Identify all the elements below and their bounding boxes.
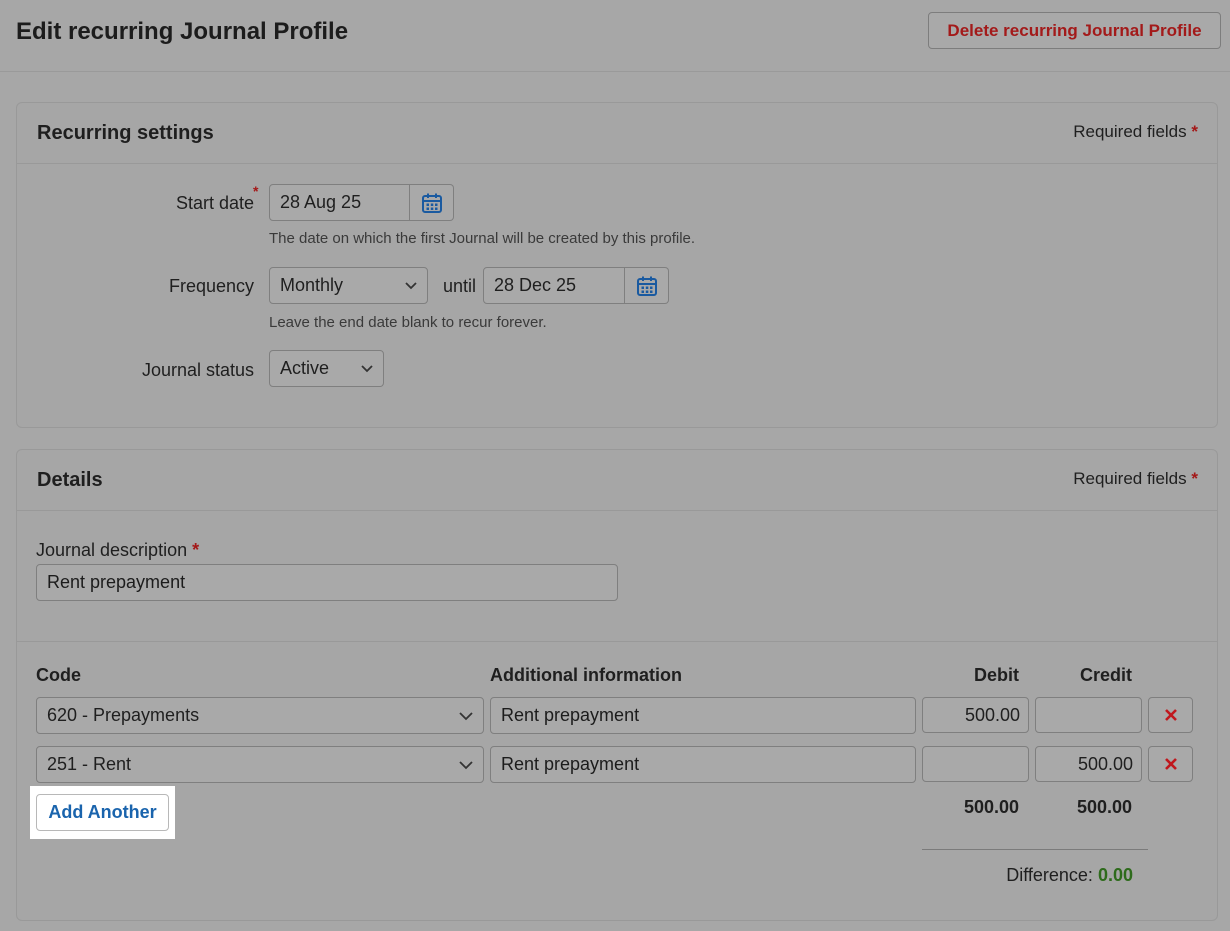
chevron-down-icon [361,364,373,372]
remove-icon [1164,709,1177,721]
start-date-required-star: * [253,183,259,199]
end-date-picker: 28 Dec 25 [483,267,669,304]
required-fields-label: Required fields [1073,469,1187,488]
line-info-input[interactable]: Rent prepayment [490,697,916,734]
frequency-label: Frequency [168,276,254,296]
totals-divider [922,849,1148,850]
journal-status-select[interactable]: Active [269,350,384,387]
chevron-down-icon [459,711,473,720]
details-title: Details [37,469,103,491]
end-date-input[interactable]: 28 Dec 25 [483,267,625,304]
start-date-input[interactable]: 28 Aug 25 [269,184,410,221]
start-date-hint: The date on which the first Journal will… [269,230,696,247]
line-credit-input[interactable]: 500.00 [1035,746,1142,782]
end-date-calendar-button[interactable] [625,267,669,304]
line-code-select[interactable]: 251 - Rent [36,746,484,783]
line-debit-input[interactable]: 500.00 [922,697,1029,733]
chevron-down-icon [459,760,473,769]
remove-icon [1164,758,1177,770]
line-code-value: 620 - Prepayments [47,705,200,725]
column-header-credit: Credit [1079,665,1132,685]
add-another-button[interactable]: Add Another [36,794,169,831]
details-header: Details Required fields * [17,450,1217,511]
column-header-debit: Debit [974,665,1019,685]
required-fields-label: Required fields [1073,122,1187,141]
journal-description-input[interactable]: Rent prepayment [36,564,618,601]
required-star: * [1191,469,1198,488]
difference-row: Difference: 0.00 [922,865,1133,886]
required-star: * [1191,122,1198,141]
recurring-settings-header: Recurring settings Required fields * [17,103,1217,164]
line-credit-input[interactable] [1035,697,1142,733]
required-fields-note: Required fields * [1073,122,1198,142]
page-header: Edit recurring Journal Profile Delete re… [0,0,1230,72]
remove-line-button[interactable] [1148,746,1193,782]
details-divider [17,641,1217,642]
remove-line-button[interactable] [1148,697,1193,733]
start-date-label: Start date [100,193,254,214]
calendar-icon [636,276,657,296]
line-info-input[interactable]: Rent prepayment [490,746,916,783]
chevron-down-icon [405,281,417,289]
start-date-label-text: Start date [175,193,254,213]
difference-label: Difference: [1006,865,1093,885]
total-debit: 500.00 [963,797,1019,817]
frequency-select[interactable]: Monthly [269,267,428,304]
start-date-calendar-button[interactable] [410,184,454,221]
calendar-icon [421,193,442,213]
required-fields-note: Required fields * [1073,469,1198,489]
start-date-picker: 28 Aug 25 [269,184,454,221]
until-label: until [443,276,477,296]
journal-status-value: Active [280,358,330,378]
journal-status-label: Journal status [141,360,254,380]
recurring-settings-title: Recurring settings [37,122,214,144]
frequency-value: Monthly [280,275,344,295]
journal-description-label-text: Journal description [36,540,188,560]
page-title: Edit recurring Journal Profile [16,18,349,45]
end-date-hint: Leave the end date blank to recur foreve… [269,314,547,331]
line-debit-input[interactable] [922,746,1029,782]
delete-profile-button[interactable]: Delete recurring Journal Profile [928,12,1221,49]
line-code-value: 251 - Rent [47,754,132,774]
journal-description-label: Journal description * [36,540,199,561]
total-credit: 500.00 [1076,797,1132,817]
line-code-select[interactable]: 620 - Prepayments [36,697,484,734]
required-star: * [192,540,200,560]
column-header-code: Code [36,665,81,685]
column-header-info: Additional information [490,665,682,685]
difference-value: 0.00 [1097,865,1133,885]
